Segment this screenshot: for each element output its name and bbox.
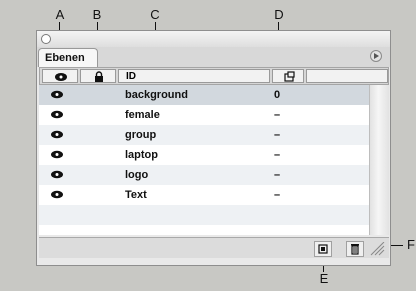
close-icon[interactable] — [41, 34, 51, 44]
layer-row[interactable]: background 0 — [39, 85, 369, 105]
layer-id: – — [274, 189, 281, 201]
callout-c: C — [150, 7, 160, 22]
name-column-header[interactable]: ID — [118, 69, 270, 83]
layer-row[interactable]: female – — [39, 105, 369, 125]
layers-panel: Ebenen ID background 0 female – group – … — [36, 30, 391, 266]
eye-icon — [55, 73, 67, 81]
layer-name: Text — [125, 189, 147, 201]
layer-stack-icon — [284, 71, 295, 82]
lock-column-header[interactable] — [80, 69, 116, 83]
eye-icon[interactable] — [50, 130, 64, 139]
layer-id: – — [274, 109, 281, 121]
new-layer-icon — [318, 244, 328, 254]
layer-row[interactable]: group – — [39, 125, 369, 145]
layer-id: 0 — [274, 89, 281, 101]
layers-header: ID — [39, 67, 389, 85]
layer-name: laptop — [125, 149, 158, 161]
callout-a: A — [55, 7, 65, 22]
trash-icon — [351, 244, 359, 255]
eye-icon[interactable] — [50, 110, 64, 119]
extra-column-header[interactable] — [306, 69, 388, 83]
empty-row — [39, 205, 369, 225]
panel-footer — [39, 237, 389, 258]
callout-b: B — [92, 7, 102, 22]
panel-titlebar[interactable] — [37, 31, 390, 47]
callout-f: F — [407, 237, 415, 252]
layer-name: logo — [125, 169, 149, 181]
panel-tab-bar: Ebenen — [37, 47, 390, 67]
layer-id: – — [274, 149, 281, 161]
layer-name: background — [125, 89, 188, 101]
eye-icon[interactable] — [50, 170, 64, 179]
layer-id: – — [274, 169, 281, 181]
callout-d: D — [274, 7, 284, 22]
layer-row[interactable]: laptop – — [39, 145, 369, 165]
id-column-header[interactable] — [272, 69, 304, 83]
layer-id: – — [274, 129, 281, 141]
lock-icon — [95, 71, 103, 82]
visibility-column-header[interactable] — [42, 69, 78, 83]
delete-layer-button[interactable] — [346, 241, 364, 257]
eye-icon[interactable] — [50, 90, 64, 99]
vertical-scrollbar[interactable] — [369, 85, 389, 235]
resize-grip-icon[interactable] — [369, 242, 385, 256]
eye-icon[interactable] — [50, 190, 64, 199]
tab-layers[interactable]: Ebenen — [38, 48, 98, 67]
panel-menu-icon[interactable] — [370, 50, 382, 62]
layer-name: group — [125, 129, 157, 141]
eye-icon[interactable] — [50, 150, 64, 159]
layers-list: background 0 female – group – laptop – l… — [39, 85, 369, 235]
callout-e: E — [319, 271, 329, 286]
layer-name: female — [125, 109, 160, 121]
layer-row[interactable]: logo – — [39, 165, 369, 185]
layer-row[interactable]: Text – — [39, 185, 369, 205]
new-layer-button[interactable] — [314, 241, 332, 257]
